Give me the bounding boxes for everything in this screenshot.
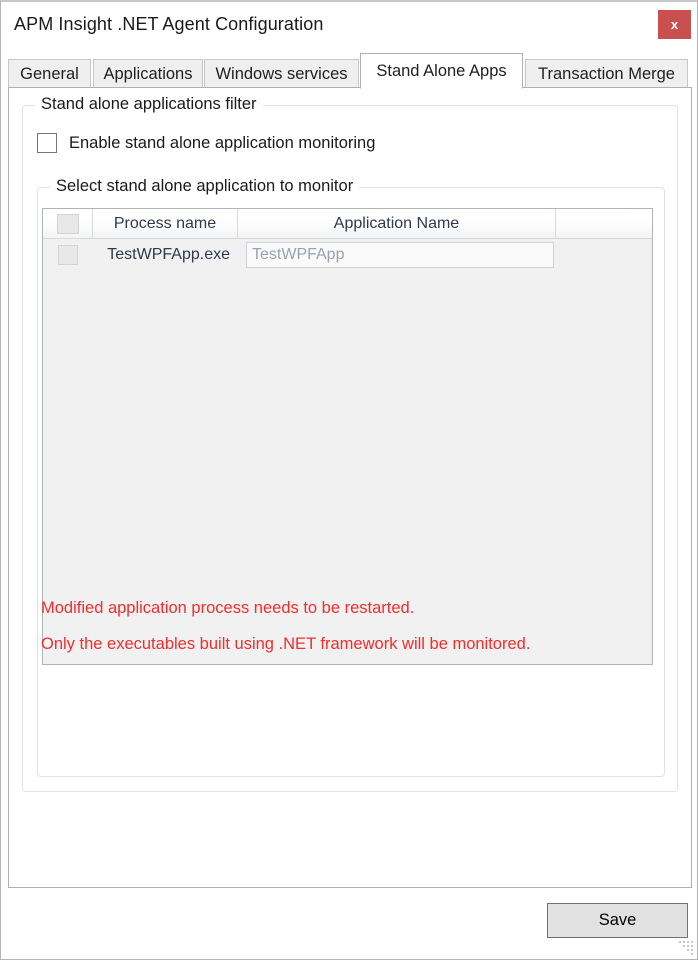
close-icon[interactable]: x	[658, 10, 691, 39]
tab-strip: General Applications Windows services St…	[8, 53, 692, 89]
outer-group-title: Stand alone applications filter	[35, 95, 263, 114]
enable-stand-alone-monitoring-row[interactable]: Enable stand alone application monitorin…	[37, 133, 375, 153]
tab-page-stand-alone-apps: Stand alone applications filter Enable s…	[8, 87, 692, 888]
grid-header-filler	[556, 209, 652, 238]
grid-header-row: Process name Application Name	[43, 209, 652, 239]
application-name-input[interactable]	[246, 242, 554, 268]
table-row[interactable]: TestWPFApp.exe	[43, 239, 652, 271]
grid-body: TestWPFApp.exe	[43, 239, 652, 271]
enable-stand-alone-monitoring-checkbox[interactable]	[37, 133, 57, 153]
tab-general[interactable]: General	[8, 59, 91, 88]
inner-group-title: Select stand alone application to monito…	[50, 177, 360, 196]
application-window: APM Insight .NET Agent Configuration x G…	[0, 0, 698, 960]
tab-transaction-merge[interactable]: Transaction Merge	[525, 59, 688, 88]
dotnet-framework-note: Only the executables built using .NET fr…	[41, 635, 531, 653]
grid-header-select-all[interactable]	[43, 209, 93, 238]
window-title: APM Insight .NET Agent Configuration	[14, 14, 324, 34]
tab-applications[interactable]: Applications	[93, 59, 203, 88]
save-button[interactable]: Save	[547, 903, 688, 938]
title-bar: APM Insight .NET Agent Configuration x	[1, 2, 697, 50]
grid-header-process-name[interactable]: Process name	[93, 209, 238, 238]
tab-windows-services[interactable]: Windows services	[204, 59, 359, 88]
row-application-name-cell[interactable]	[238, 239, 556, 271]
row-select-cell[interactable]	[43, 239, 93, 271]
select-all-checkbox[interactable]	[56, 213, 79, 234]
restart-note: Modified application process needs to be…	[41, 599, 415, 617]
tab-stand-alone-apps[interactable]: Stand Alone Apps	[360, 53, 523, 89]
select-application-group: Select stand alone application to monito…	[37, 177, 665, 777]
row-process-name: TestWPFApp.exe	[107, 246, 230, 263]
stand-alone-applications-filter-group: Stand alone applications filter Enable s…	[22, 95, 678, 792]
resize-grip[interactable]	[677, 939, 693, 955]
grid-header-application-name[interactable]: Application Name	[238, 209, 556, 238]
enable-stand-alone-monitoring-label: Enable stand alone application monitorin…	[69, 133, 376, 152]
row-select-checkbox[interactable]	[58, 245, 78, 265]
stand-alone-applications-grid[interactable]: Process name Application Name TestWPFApp…	[42, 208, 653, 665]
